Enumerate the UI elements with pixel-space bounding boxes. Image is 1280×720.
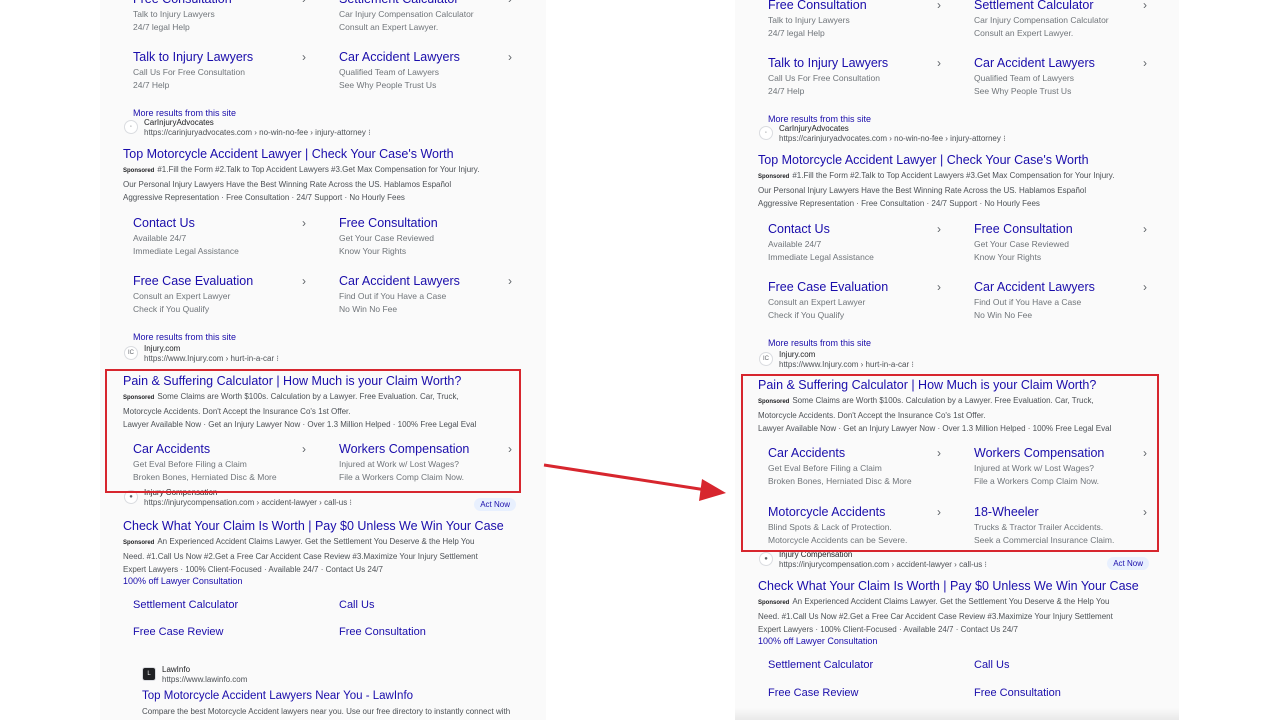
- arrow-head: [699, 479, 726, 501]
- comparison-stage: Free ConsultationTalk to Injury Lawyers2…: [0, 0, 1280, 720]
- arrow-right-icon: [543, 463, 726, 501]
- arrow-shaft: [543, 463, 707, 492]
